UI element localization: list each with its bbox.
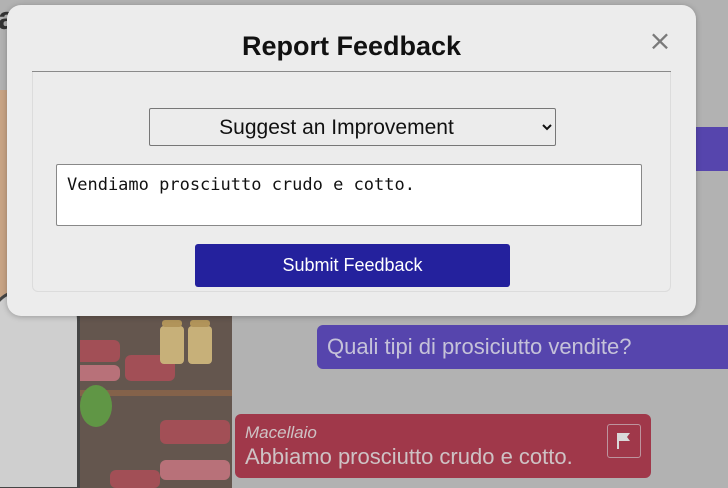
feedback-form: Suggest an Improvement Vendiamo prosciut… [32, 72, 671, 292]
modal-title: Report Feedback [241, 31, 462, 61]
submit-feedback-button[interactable]: Submit Feedback [195, 244, 510, 287]
report-feedback-modal: Report Feedback × Suggest an Improvement… [7, 5, 696, 316]
feedback-text-field[interactable]: Vendiamo prosciutto crudo e cotto. [56, 164, 642, 226]
feedback-type-select[interactable]: Suggest an Improvement [149, 108, 556, 146]
close-icon[interactable]: × [647, 27, 673, 55]
